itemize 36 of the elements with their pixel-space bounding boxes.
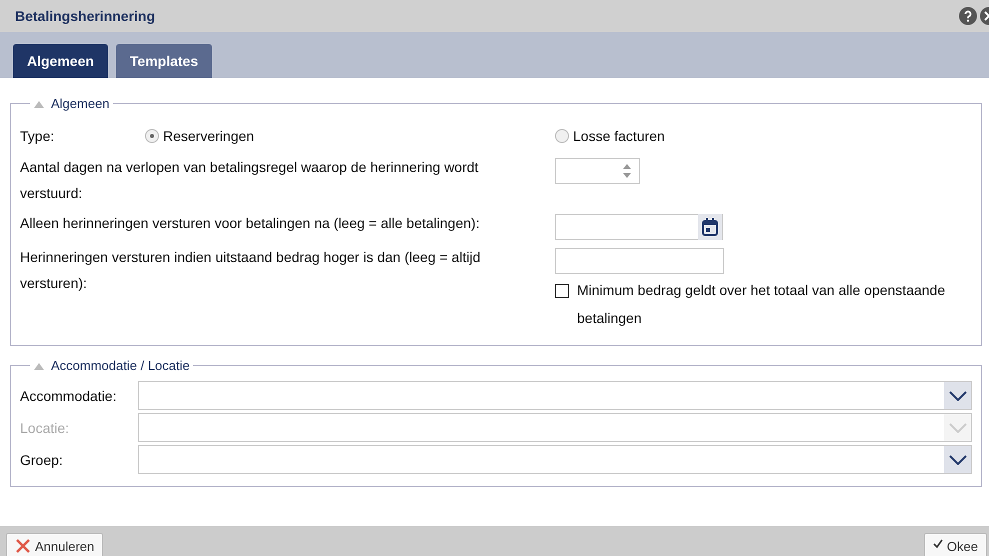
- spinner-icon[interactable]: [622, 163, 632, 179]
- radio-button[interactable]: [145, 129, 159, 143]
- section-title: Accommodatie / Locatie: [51, 358, 190, 373]
- section-title: Algemeen: [51, 96, 110, 111]
- field-label: Locatie:: [20, 420, 70, 436]
- radio-label: Reserveringen: [163, 128, 254, 144]
- tab[interactable]: Templates: [116, 44, 212, 78]
- cancel-button[interactable]: Annuleren: [6, 533, 104, 556]
- chevron-down-icon: [948, 390, 966, 400]
- field-label: Groep:: [20, 452, 64, 468]
- radio-label: Losse facturen: [573, 128, 665, 144]
- field-label: Alleen herinneringen versturen voor betalingen na (leeg = alle betalingen):: [20, 214, 481, 233]
- date-field[interactable]: [555, 214, 723, 240]
- cancel-icon: [15, 539, 31, 553]
- number-field[interactable]: [555, 158, 640, 184]
- field-label: Aantal dagen na verlopen van betalingsregel waarop de herinnering wordt verstuurd:: [20, 158, 480, 203]
- help-icon[interactable]: [959, 7, 977, 25]
- checkbox-label: Minimum bedrag geldt over het totaal van alle openstaande betalingen: [577, 281, 946, 328]
- collapse-icon[interactable]: [33, 362, 45, 370]
- window-title: Betalingsherinnering: [15, 8, 156, 24]
- close-icon[interactable]: [980, 7, 989, 25]
- field-label: Herinneringen versturen indien uitstaand bedrag hoger is dan (leeg = altijd versturen):: [20, 248, 482, 293]
- field-label: Accommodatie:: [20, 388, 118, 404]
- tab[interactable]: Algemeen: [13, 44, 108, 78]
- checkmark-icon: [932, 539, 943, 549]
- collapse-icon[interactable]: [33, 100, 45, 108]
- field-label: Type:: [20, 127, 56, 146]
- input-field[interactable]: [555, 248, 724, 274]
- calendar-icon[interactable]: [702, 218, 718, 236]
- chevron-down-icon: [948, 422, 966, 432]
- chevron-down-icon: [948, 454, 966, 464]
- checkbox[interactable]: [555, 284, 569, 298]
- radio-button[interactable]: [555, 129, 569, 143]
- dropdown[interactable]: [138, 381, 972, 410]
- ok-button[interactable]: Okee: [924, 533, 987, 556]
- dropdown[interactable]: [138, 445, 972, 474]
